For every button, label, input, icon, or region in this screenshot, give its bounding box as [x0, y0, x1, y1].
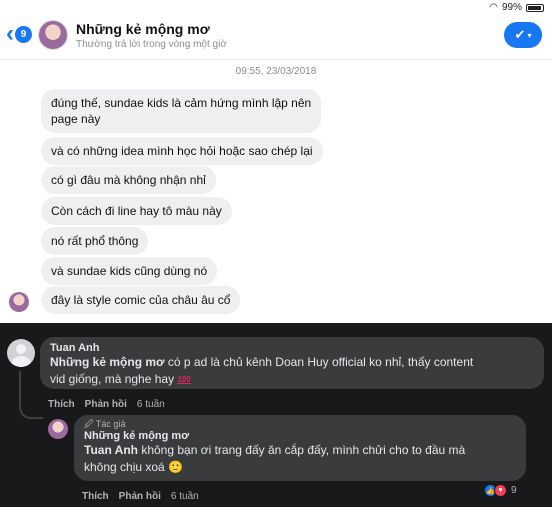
message-bubble[interactable]: đúng thế, sundae kids là cảm hứng mình l…	[41, 89, 322, 133]
like-button[interactable]: Thích	[82, 491, 109, 502]
commenter-name[interactable]: Tuan Anh	[50, 342, 534, 354]
message-text: đây là style comic của châu âu cổ	[51, 293, 231, 307]
sender-avatar	[9, 292, 29, 312]
author-badge: 🖉 Tác giả	[84, 419, 126, 429]
back-button[interactable]: ‹ 9	[6, 20, 32, 47]
message-text: đúng thế, sundae kids là cảm hứng mình l…	[51, 96, 312, 110]
reaction-count: 9	[511, 485, 517, 496]
response-time-status: Thường trả lời trong vòng một giờ	[76, 39, 227, 50]
comment-time[interactable]: 6 tuần	[137, 399, 165, 410]
page-avatar[interactable]	[38, 20, 68, 50]
unread-count-badge: 9	[15, 25, 32, 43]
check-icon: ✔	[514, 27, 526, 42]
message-text: nó rất phổ thông	[51, 234, 139, 248]
reply-button[interactable]: Phản hồi	[119, 491, 161, 502]
reply-time[interactable]: 6 tuần	[171, 491, 199, 502]
comment-text: Những kẻ mộng mơ có p ad là chủ kênh Doa…	[50, 354, 534, 371]
hundred-points-icon: 100	[177, 375, 191, 384]
reply-actions: Thích Phản hồi 6 tuần	[82, 491, 199, 502]
reply-author-name[interactable]: Những kẻ mộng mơ	[84, 430, 516, 442]
facebook-comments: Tuan Anh Những kẻ mộng mơ có p ad là chủ…	[0, 323, 552, 507]
battery-percent: 99%	[501, 2, 522, 13]
message-bubble[interactable]: và sundae kids cũng dùng nó	[41, 257, 218, 285]
message-text: và sundae kids cũng dùng nó	[51, 264, 208, 278]
like-button[interactable]: Thích	[48, 399, 75, 410]
chevron-left-icon: ‹	[6, 20, 14, 47]
message-text: có gì đâu mà không nhận nhỉ	[51, 173, 206, 187]
message-bubble[interactable]: và có những idea mình học hỏi hoặc sao c…	[41, 137, 323, 165]
reply-text-line1: không bạn ơi trang đấy ăn cắp đấy, mình …	[138, 443, 466, 457]
comment-text-line2: vid giống, mà nghe hay	[50, 372, 178, 386]
message-text: Còn cách đi line hay tô màu này	[51, 204, 222, 218]
wifi-icon: ◠	[489, 2, 498, 13]
status-bar: ◠ 99%	[489, 2, 544, 13]
message-text: và có những idea mình học hỏi hoặc sao c…	[51, 144, 313, 158]
mention-link[interactable]: Tuan Anh	[84, 443, 138, 457]
mention-link[interactable]: Những kẻ mộng mơ	[50, 355, 165, 369]
reply-button[interactable]: Phản hồi	[85, 399, 127, 410]
done-button[interactable]: ✔ ▾	[504, 22, 542, 48]
battery-icon	[526, 3, 544, 12]
chevron-down-icon: ▾	[527, 30, 532, 40]
message-bubble[interactable]: có gì đâu mà không nhận nhỉ	[41, 166, 216, 194]
comment-actions: Thích Phản hồi 6 tuần	[48, 399, 165, 410]
reply-bubble: 🖉 Tác giả Những kẻ mộng mơ Tuan Anh khôn…	[74, 415, 526, 481]
message-bubble[interactable]: đây là style comic của châu âu cổ	[41, 286, 241, 314]
conversation-title[interactable]: Những kẻ mộng mơ	[76, 21, 210, 37]
message-timestamp: 09:55, 23/03/2018	[235, 66, 317, 77]
heart-reaction-icon: ♥	[494, 484, 507, 497]
chat-header: ‹ 9 Những kẻ mộng mơ Thường trả lời tron…	[0, 14, 552, 60]
reply-author-avatar[interactable]	[48, 419, 68, 439]
reaction-summary[interactable]: 👍 ♥ 9	[484, 484, 517, 497]
messenger-conversation: ◠ 99% ‹ 9 Những kẻ mộng mơ Thường trả lờ…	[0, 0, 552, 323]
reply-text-line2: không chịu xoá 🙂	[84, 460, 183, 474]
message-bubble[interactable]: nó rất phổ thông	[41, 227, 149, 255]
comment-bubble: Tuan Anh Những kẻ mộng mơ có p ad là chủ…	[40, 337, 544, 389]
message-text: page này	[51, 112, 101, 126]
message-bubble[interactable]: Còn cách đi line hay tô màu này	[41, 197, 232, 225]
commenter-avatar[interactable]	[7, 339, 35, 367]
comment-text-line1: có p ad là chủ kênh Doan Huy official ko…	[164, 355, 474, 369]
